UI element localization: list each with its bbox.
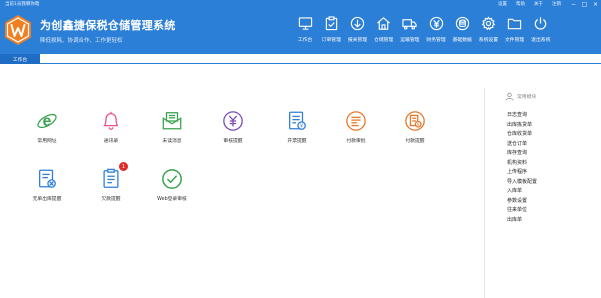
nav-files[interactable]: 文件管理 — [502, 16, 528, 43]
module-link[interactable]: 导入模板配置 — [507, 178, 537, 188]
tile-label: 无单出库提醒 — [32, 197, 62, 202]
close-button[interactable]: × — [590, 0, 601, 9]
tile-common-urls[interactable]: e 常用网址 — [23, 110, 71, 144]
nav-label: 订单管理 — [321, 38, 341, 43]
about-link[interactable]: 关于 — [534, 1, 543, 7]
nav-label: 工作台 — [297, 38, 313, 43]
module-link[interactable]: 送仓订单 — [507, 140, 537, 150]
download-circle-icon — [350, 16, 365, 31]
tile-web-login-audit[interactable]: Web登录审核 — [148, 168, 196, 202]
tab-workbench[interactable]: 工作台 — [0, 54, 40, 64]
tile-label: 未读消息 — [162, 139, 182, 144]
module-link[interactable]: 出库拣货单 — [507, 121, 537, 131]
app-header: 当前1员我哪你嗯 设置 帮助 关于 注销 − □ × 为创鑫捷保税仓储管理系统 … — [0, 0, 601, 54]
tile-unread-messages[interactable]: 未读消息 — [148, 110, 196, 144]
yen-circle-icon — [223, 111, 243, 131]
nav-label: 报关管理 — [347, 38, 368, 43]
common-modules-list: 日志查询 出库拣货单 仓库收货单 送仓订单 库存查询 机构资料 上传程序 导入模… — [507, 111, 537, 225]
minimize-button[interactable]: − — [568, 0, 579, 9]
envelope-icon — [162, 112, 182, 130]
yen-icon — [429, 16, 443, 31]
nav-basic-data[interactable]: 基础数据 — [449, 16, 475, 43]
nav-system-settings[interactable]: 系统设置 — [475, 16, 501, 43]
module-link[interactable]: 出库单 — [507, 216, 537, 226]
tile-label: Web登录审核 — [157, 197, 187, 202]
truck-icon — [402, 19, 417, 30]
bell-icon — [103, 111, 119, 130]
debt-doc-icon — [103, 168, 119, 188]
module-link[interactable]: 机构资料 — [507, 159, 537, 169]
clipboard-check-icon — [325, 16, 337, 31]
warehouse-icon — [377, 17, 391, 30]
module-link[interactable]: 往来单位 — [507, 206, 537, 216]
nav-label: 仓储管理 — [374, 38, 394, 43]
module-link[interactable]: 日志查询 — [507, 111, 537, 121]
tile-no-order-outbound-reminder[interactable]: 无单出库提醒 — [23, 168, 71, 202]
debt-count-badge: 1 — [119, 162, 128, 171]
database-icon — [455, 16, 469, 31]
nav-label: 系统设置 — [478, 38, 498, 43]
help-link[interactable]: 帮助 — [516, 1, 525, 7]
nav-warehouse[interactable]: 仓储管理 — [371, 16, 397, 43]
tile-invoice-reminder[interactable]: ¥ 开票提醒 — [273, 110, 321, 144]
window-links: 设置 帮助 关于 注销 — [498, 1, 561, 7]
settings-link[interactable]: 设置 — [498, 1, 507, 7]
nav-orders[interactable]: 订单管理 — [318, 16, 344, 43]
module-link[interactable]: 上传程序 — [507, 168, 537, 178]
tile-label: 常用网址 — [37, 139, 57, 144]
common-modules-panel: 常用模块 日志查询 出库拣货单 仓库收货单 送仓订单 库存查询 机构资料 上传程… — [484, 88, 601, 298]
nav-finance[interactable]: 财务管理 — [423, 16, 449, 43]
maximize-button[interactable]: □ — [579, 0, 590, 9]
nav-label: 财务管理 — [426, 38, 446, 43]
svg-text:¥: ¥ — [300, 124, 303, 130]
tile-audit-reminder[interactable]: 审核提醒 — [209, 110, 257, 144]
tile-label: 付款提醒 — [405, 139, 425, 144]
tile-label: 欠款提醒 — [101, 197, 121, 202]
logout-link[interactable]: 注销 — [552, 1, 561, 7]
module-link[interactable]: 参数设置 — [507, 197, 537, 207]
tile-payment-reminder[interactable]: ¥ 付款提醒 — [391, 110, 439, 144]
window-controls: − □ × — [568, 0, 601, 9]
nav-label: 退出系统 — [531, 38, 551, 43]
tile-label: 审核提醒 — [223, 139, 243, 144]
module-link[interactable]: 仓库收货单 — [507, 130, 537, 140]
payment-reminder-icon: ¥ — [405, 111, 425, 131]
tile-debt-reminder[interactable]: 1 欠款提醒 — [87, 162, 135, 202]
ie-browser-icon: e — [37, 113, 57, 130]
nav-transport[interactable]: 运输管理 — [397, 16, 423, 43]
module-link[interactable]: 库存查询 — [507, 149, 537, 159]
monitor-icon — [298, 17, 312, 30]
no-order-icon — [39, 169, 56, 188]
common-modules-title: 常用模块 — [517, 95, 537, 100]
tile-contacts[interactable]: 通讯录 — [87, 110, 135, 144]
nav-customs[interactable]: 报关管理 — [344, 16, 370, 43]
app-logo-icon — [5, 15, 31, 45]
tile-payment-approval[interactable]: 付款审批 — [332, 110, 380, 144]
invoice-icon: ¥ — [289, 111, 306, 130]
power-icon — [535, 17, 547, 30]
tile-label: 付款审批 — [346, 139, 366, 144]
nav-workbench[interactable]: 工作台 — [292, 16, 318, 43]
folder-icon — [507, 18, 522, 30]
nav-label: 基础数据 — [452, 38, 472, 43]
user-icon — [505, 92, 514, 101]
nav-label: 运输管理 — [400, 38, 420, 43]
common-modules-header: 常用模块 — [505, 92, 536, 101]
nav-exit[interactable]: 退出系统 — [528, 16, 554, 43]
tile-label: 开票提醒 — [287, 139, 307, 144]
app-title: 为创鑫捷保税仓储管理系统 — [40, 19, 176, 32]
gear-icon — [481, 16, 496, 31]
main-nav: 工作台 订单管理 报关管理 仓储管理 运输管理 财务管理 基础数据 系统设置 文… — [292, 16, 554, 43]
window-title: 当前1员我哪你嗯 — [5, 2, 40, 7]
nav-label: 文件管理 — [504, 38, 525, 43]
check-circle-icon — [162, 169, 182, 189]
app-slogan: 降低损耗、协调合作、工作更轻松 — [40, 38, 123, 44]
tab-bar: 工作台 — [0, 54, 601, 64]
svg-text:e: e — [43, 113, 52, 130]
module-link[interactable]: 入库单 — [507, 187, 537, 197]
payment-doc-icon — [346, 111, 366, 131]
tile-label: 通讯录 — [103, 139, 119, 144]
